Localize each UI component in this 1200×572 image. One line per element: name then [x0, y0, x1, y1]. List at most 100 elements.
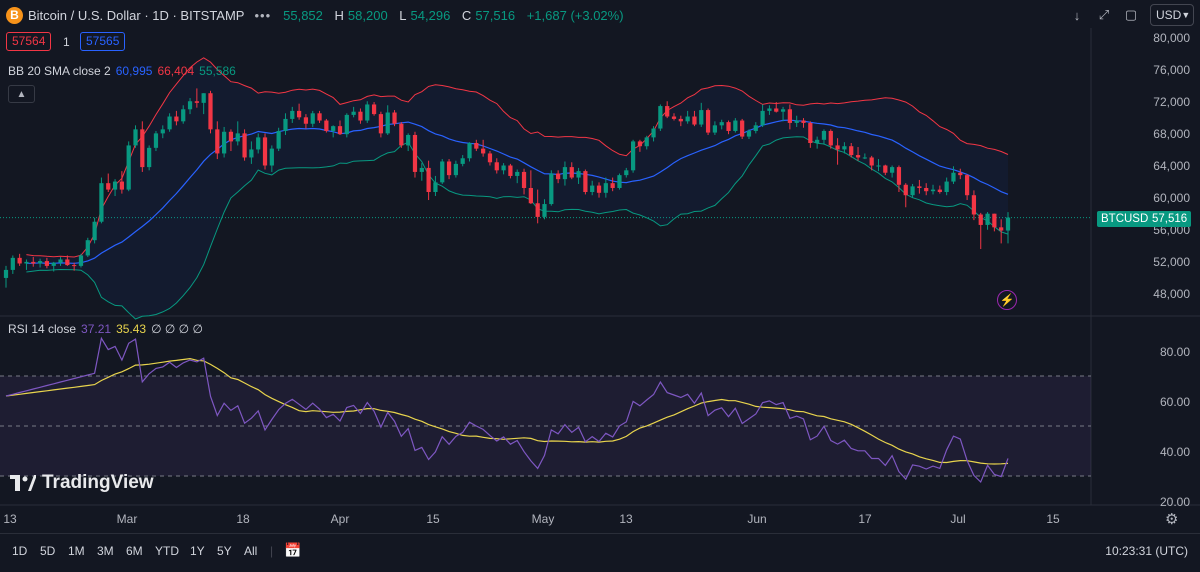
candle [365, 101, 370, 123]
range-all[interactable]: All [244, 544, 257, 558]
time-axis-label: 15 [1046, 512, 1060, 526]
time-axis-label: Mar [116, 512, 138, 526]
bb-mid-value: 60,995 [115, 64, 153, 78]
chart-header: B Bitcoin / U.S. Dollar · 1D · BITSTAMP … [6, 4, 628, 26]
buy-button[interactable]: 57565 [80, 32, 126, 51]
bb-label: BB 20 SMA close 2 [8, 64, 111, 78]
candle [630, 139, 636, 173]
candle [3, 265, 9, 288]
candle [78, 253, 84, 268]
bb-legend[interactable]: BB 20 SMA close 2 60,995 66,404 55,586 [8, 64, 236, 78]
range-5y[interactable]: 5Y [217, 544, 232, 558]
rsi-axis-label: 60.00 [1159, 395, 1190, 409]
bb-upper-value: 66,404 [157, 64, 195, 78]
ohlc-low: L 54,296 [399, 7, 451, 23]
last-price-tag: 57,516 [1148, 211, 1192, 227]
rsi-value: 37.21 [81, 322, 112, 336]
ohlc-change: +1,687 (+3.02%) [526, 7, 624, 23]
candle [242, 129, 247, 161]
candle [17, 253, 22, 266]
candle [324, 118, 329, 133]
candle [992, 213, 997, 232]
bb-lower-value: 55,586 [199, 64, 236, 78]
range-1m[interactable]: 1M [68, 544, 85, 558]
time-axis-label: Apr [330, 512, 350, 526]
collapse-legend-button[interactable]: ▲ [8, 85, 35, 103]
candle [147, 145, 152, 171]
candle [740, 118, 745, 139]
candle [808, 121, 813, 148]
range-1y[interactable]: 1Y [190, 544, 205, 558]
fullscreen-icon[interactable]: ⤢ [1093, 4, 1115, 26]
range-3m[interactable]: 3M [97, 544, 114, 558]
tradingview-logo: TradingView [10, 472, 154, 494]
bottom-toolbar [0, 533, 1200, 572]
sell-button[interactable]: 57564 [6, 32, 52, 51]
more-dots-icon[interactable]: ••• [254, 8, 271, 23]
arrow-down-icon[interactable]: ↓ [1066, 4, 1088, 26]
rsi-axis-label: 80.00 [1159, 345, 1190, 359]
rsi-extra: ∅ ∅ ∅ ∅ [151, 322, 203, 336]
candle [399, 122, 404, 148]
calendar-icon[interactable]: 📅 [284, 542, 301, 559]
chevron-up-icon: ▲ [16, 88, 27, 100]
candle [705, 108, 711, 135]
rsi-legend[interactable]: RSI 14 close 37.21 35.43 ∅ ∅ ∅ ∅ [8, 322, 203, 336]
candle [549, 170, 554, 206]
range-6m[interactable]: 6M [126, 544, 143, 558]
screenshot-icon[interactable]: ▢ [1120, 4, 1142, 26]
time-axis-label: May [531, 512, 555, 526]
symbol-title[interactable]: Bitcoin / U.S. Dollar · 1D · BITSTAMP [28, 8, 244, 23]
rsi-axis-label: 40.00 [1159, 445, 1190, 459]
chart-canvas[interactable] [0, 0, 1200, 572]
price-axis-label: 64,000 [1153, 159, 1190, 173]
candle [208, 90, 213, 134]
candle [276, 127, 281, 152]
time-axis-label: 18 [236, 512, 250, 526]
price-axis-label: 68,000 [1153, 127, 1190, 141]
candle [978, 212, 983, 250]
candle [440, 159, 445, 184]
candle [392, 110, 397, 127]
range-5d[interactable]: 5D [40, 544, 55, 558]
price-axis-label: 48,000 [1153, 287, 1190, 301]
currency-select[interactable]: USD ▼ [1150, 4, 1194, 26]
candle [985, 212, 990, 230]
candle [406, 133, 411, 152]
ohlc-readout: 55,852 H 58,200 L 54,296 C 57,516 +1,687 (+… [279, 8, 627, 23]
candle [10, 255, 15, 274]
price-axis-label: 76,000 [1153, 63, 1190, 77]
candle [106, 173, 111, 193]
time-axis-label: 13 [619, 512, 633, 526]
range-ytd[interactable]: YTD [155, 544, 179, 558]
price-axis-label: 72,000 [1153, 95, 1190, 109]
candle [658, 104, 663, 131]
price-axis-label: 52,000 [1153, 255, 1190, 269]
candle [92, 217, 97, 244]
time-axis-label: 13 [3, 512, 17, 526]
candle [617, 173, 622, 190]
candle [419, 163, 424, 181]
time-axis-label: Jun [747, 512, 767, 526]
time-axis-label: 15 [426, 512, 440, 526]
ohlc-open: 55,852 [283, 7, 323, 23]
candle [583, 169, 588, 195]
currency-label: USD [1156, 8, 1182, 22]
bitcoin-icon: B [6, 6, 23, 24]
candle [903, 183, 908, 208]
chevron-down-icon: ▼ [1181, 10, 1191, 20]
rsi-ma-value: 35.43 [116, 322, 147, 336]
flash-alert-icon[interactable]: ⚡ [997, 290, 1017, 310]
candle [85, 237, 90, 258]
candle [133, 125, 138, 148]
settings-gear-icon[interactable]: ⚙ [1165, 510, 1178, 528]
quantity-field[interactable]: 1 [63, 35, 70, 49]
range-1d[interactable]: 1D [12, 544, 27, 558]
logo-text: TradingView [42, 472, 154, 493]
candle [99, 177, 104, 224]
toolbar-divider: | [270, 544, 274, 558]
ohlc-high: H 58,200 [334, 7, 388, 23]
rsi-label: RSI 14 close [8, 322, 77, 336]
price-axis-label: 60,000 [1153, 191, 1190, 205]
clock: 10:23:31 (UTC) [1105, 544, 1188, 558]
